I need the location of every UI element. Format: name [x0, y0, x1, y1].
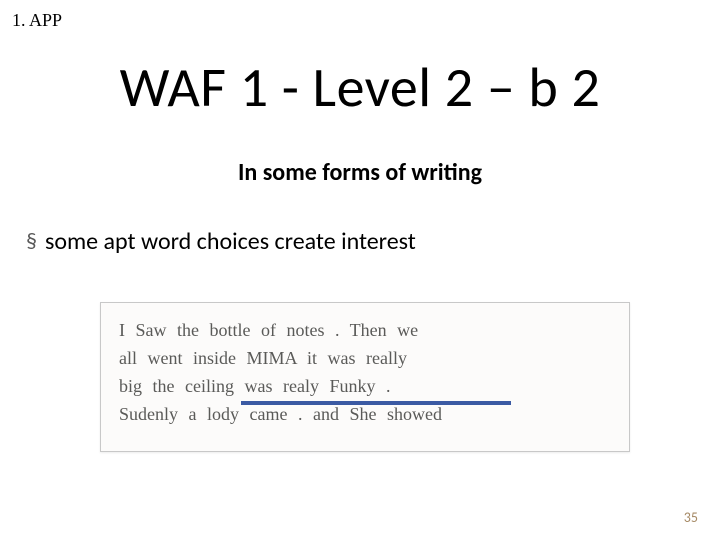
handwriting-line: big the ceiling was realy Funky .	[119, 373, 613, 401]
underline-bar	[241, 401, 511, 405]
handwriting-sample: I Saw the bottle of notes . Then we all …	[100, 302, 630, 452]
header-label: 1. APP	[12, 10, 62, 31]
slide-title: WAF 1 - Level 2 – b 2	[0, 54, 720, 122]
bullet-item: § some apt word choices create interest	[26, 228, 416, 257]
bullet-text: some apt word choices create interest	[45, 228, 416, 257]
slide: 1. APP WAF 1 - Level 2 – b 2 In some for…	[0, 0, 720, 540]
handwriting-line: all went inside MIMA it was really	[119, 345, 613, 373]
slide-subtitle: In some forms of writing	[0, 158, 720, 187]
handwriting-line: I Saw the bottle of notes . Then we	[119, 317, 613, 345]
bullet-mark-icon: §	[26, 228, 37, 254]
page-number: 35	[684, 509, 698, 526]
